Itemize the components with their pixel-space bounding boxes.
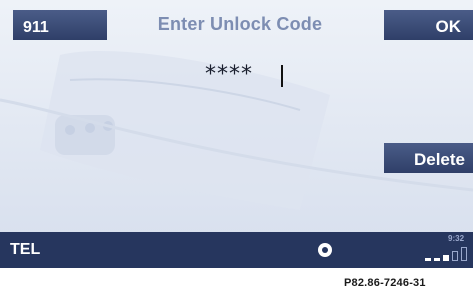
unlock-code-field[interactable]: ****	[205, 62, 325, 88]
signal-strength-icon	[423, 245, 469, 261]
emergency-911-button[interactable]: 911	[13, 10, 107, 40]
figure-id: P82.86-7246-31	[344, 277, 426, 289]
ok-button[interactable]: OK	[384, 10, 473, 40]
tel-label: TEL	[10, 241, 41, 258]
disc-icon	[318, 243, 332, 257]
top-bar: 911 Enter Unlock Code OK	[0, 0, 473, 40]
text-cursor	[281, 65, 283, 87]
delete-button[interactable]: Delete	[384, 143, 473, 173]
status-bar: TEL 9:32	[0, 232, 473, 268]
clock-time: 9:32	[448, 234, 465, 243]
display-screen: 911 Enter Unlock Code OK **** Delete	[0, 0, 473, 268]
page-title: Enter Unlock Code	[157, 14, 323, 34]
